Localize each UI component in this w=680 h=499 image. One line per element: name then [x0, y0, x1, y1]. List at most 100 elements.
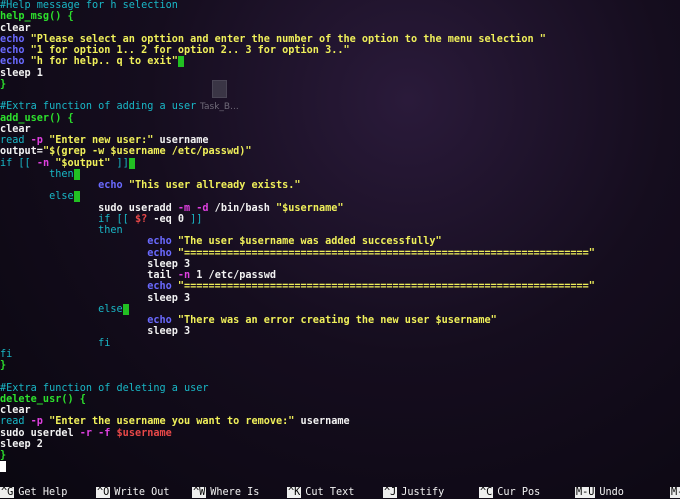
code-token: "$(grep -w $username /etc/passwd)"	[42, 146, 252, 158]
shortcut-label: Where Is	[210, 487, 260, 498]
code-token: $username	[116, 427, 172, 439]
shortcut-label: Undo	[599, 487, 624, 498]
shortcut-label: Write Out	[114, 487, 170, 498]
shortcut-item[interactable]: ^C Cur Pos	[479, 486, 540, 499]
code-line[interactable]: echo "h for help.. q to exit"	[0, 56, 680, 68]
code-line[interactable]: fi	[0, 349, 680, 360]
code-token: ]]	[184, 213, 203, 225]
code-token: add_user	[0, 112, 50, 124]
code-line[interactable]: echo "==================================…	[0, 281, 680, 292]
code-line[interactable]	[0, 461, 680, 473]
code-line[interactable]	[0, 90, 680, 101]
code-line[interactable]: #Extra function of adding a user	[0, 101, 680, 112]
code-token: read	[0, 416, 31, 428]
code-line[interactable]	[0, 371, 680, 382]
shortcut-key: M-	[670, 487, 680, 498]
code-token: }	[0, 360, 7, 371]
shortcut-key: ^W	[192, 487, 207, 498]
code-line[interactable]: tail -n 1 /etc/passwd	[0, 270, 680, 281]
code-line[interactable]: then	[0, 225, 680, 236]
code-token: }	[0, 450, 7, 461]
highlight-marker	[73, 191, 80, 203]
code-line[interactable]: if [[ $? -eq 0 ]]	[0, 214, 680, 225]
code-line[interactable]: sleep 3	[0, 293, 680, 304]
code-token: username	[294, 416, 350, 428]
code-line[interactable]: clear	[0, 23, 680, 34]
code-token: echo	[0, 45, 31, 56]
code-line[interactable]: else	[0, 303, 680, 315]
nano-editor-buffer[interactable]: #Help message for h selection help_msg() …	[0, 0, 680, 476]
code-token: fi	[0, 337, 111, 349]
code-token: then	[0, 168, 74, 180]
code-token: sleep 3	[0, 292, 191, 304]
code-line[interactable]: else	[0, 191, 680, 203]
code-line[interactable]: echo "Please select an opttion and enter…	[0, 34, 680, 45]
shortcut-item[interactable]: M-U Undo	[575, 486, 624, 499]
code-token: }	[0, 78, 7, 90]
code-token: -n	[177, 270, 191, 281]
code-line[interactable]: sleep 3	[0, 326, 680, 337]
code-line[interactable]: echo "==================================…	[0, 248, 680, 259]
shortcut-key: M-U	[575, 487, 596, 498]
code-token: "This user allready exists."	[128, 180, 301, 191]
shortcut-item[interactable]: ^G Get Help	[0, 486, 67, 499]
code-line[interactable]: sudo userdel -r -f $username	[0, 428, 680, 439]
code-line[interactable]: sleep 2	[0, 439, 680, 450]
code-token: if [[	[0, 213, 135, 225]
code-line[interactable]: sleep 3	[0, 259, 680, 270]
code-line[interactable]: echo "There was an error creating the ne…	[0, 315, 680, 326]
code-token: "The user $username was added successful…	[177, 236, 442, 248]
code-token: clear	[0, 405, 31, 416]
highlight-marker	[128, 157, 135, 169]
code-line[interactable]: if [[ -n "$output" ]]	[0, 157, 680, 169]
shortcut-item[interactable]: M-	[670, 486, 680, 499]
code-token: clear	[0, 22, 31, 34]
shortcut-item[interactable]: ^K Cut Text	[287, 486, 354, 499]
code-token: username	[153, 135, 209, 146]
code-token: delete_usr	[0, 393, 62, 405]
code-line[interactable]: echo "This user allready exists."	[0, 180, 680, 191]
shortcut-key: ^K	[287, 487, 302, 498]
code-line[interactable]: read -p "Enter the username you want to …	[0, 416, 680, 427]
code-line[interactable]: output="$(grep -w $username /etc/passwd)…	[0, 146, 680, 157]
shortcut-item[interactable]: ^W Where Is	[192, 486, 259, 499]
code-line[interactable]: read -p "Enter new user:" username	[0, 135, 680, 146]
code-line[interactable]: fi	[0, 338, 680, 349]
desktop-file-icon[interactable]: Task_B...	[200, 80, 250, 120]
code-line[interactable]: delete_usr() {	[0, 394, 680, 405]
code-line[interactable]: echo "The user $username was added succe…	[0, 236, 680, 247]
code-token: tail	[0, 270, 178, 281]
shortcut-item[interactable]: ^O Write Out	[96, 486, 169, 499]
code-line[interactable]: then	[0, 168, 680, 180]
code-token: ]]	[110, 157, 129, 169]
code-token: /bin/bash	[208, 202, 277, 214]
code-line[interactable]: #Help message for h selection	[0, 0, 680, 11]
nano-shortcut-bar: ^G Get Help ^O Write Out ^W Where Is ^K Cut Tex…	[0, 484, 680, 499]
code-token: echo	[147, 281, 178, 293]
code-line[interactable]: sudo useradd -m -d /bin/bash "$username"	[0, 203, 680, 214]
code-token: else	[0, 191, 74, 203]
shortcut-item[interactable]: ^J Justify	[383, 486, 444, 499]
code-token: -n	[36, 157, 56, 169]
code-line[interactable]: }	[0, 79, 680, 90]
code-line[interactable]: }	[0, 360, 680, 371]
code-token: "Please select an opttion and enter the …	[30, 33, 546, 45]
code-token: "1 for option 1.. 2 for option 2.. 3 for…	[30, 45, 350, 56]
code-line[interactable]: sleep 1	[0, 68, 680, 79]
code-token: #Help message for h selection	[0, 0, 178, 11]
code-line[interactable]: help_msg() {	[0, 11, 680, 22]
code-token: () {	[49, 112, 74, 124]
code-line[interactable]: }	[0, 450, 680, 461]
code-token: echo	[0, 56, 31, 68]
code-line[interactable]: clear	[0, 124, 680, 135]
code-token: echo	[147, 315, 178, 326]
code-token: output=	[0, 146, 43, 158]
code-line[interactable]: #Extra function of deleting a user	[0, 383, 680, 394]
code-line[interactable]: add_user() {	[0, 113, 680, 124]
code-line[interactable]: echo "1 for option 1.. 2 for option 2.. …	[0, 45, 680, 56]
code-token: -eq	[147, 213, 178, 225]
code-line[interactable]: clear	[0, 405, 680, 416]
